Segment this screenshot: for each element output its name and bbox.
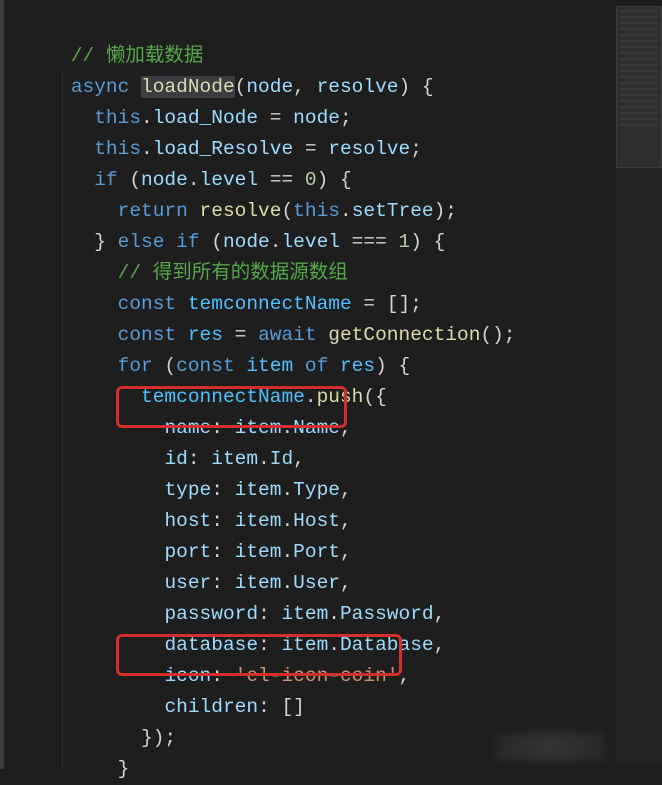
code-line: async loadNode(node, resolve) { <box>24 76 434 98</box>
code-line: for (const item of res) { <box>24 355 410 377</box>
code-line: children: [] <box>24 696 305 718</box>
code-line: temconnectName.push({ <box>24 386 387 408</box>
code-line: id: item.Id, <box>24 448 305 470</box>
minimap[interactable] <box>616 6 662 764</box>
code-line: port: item.Port, <box>24 541 352 563</box>
code-line: type: item.Type, <box>24 479 352 501</box>
code-line: this.load_Resolve = resolve; <box>24 138 422 160</box>
comment: // 懒加载数据 <box>71 45 204 67</box>
code-line: this.load_Node = node; <box>24 107 352 129</box>
code-line: // 懒加载数据 <box>24 45 203 67</box>
code-line: if (node.level == 0) { <box>24 169 352 191</box>
code-line: password: item.Password, <box>24 603 445 625</box>
code-line: icon: 'el-icon-coin', <box>24 665 410 687</box>
code-line: user: item.User, <box>24 572 352 594</box>
code-line: }); <box>24 727 176 749</box>
code-line: const res = await getConnection(); <box>24 324 516 346</box>
code-line: } <box>24 758 129 780</box>
code-line: name: item.Name, <box>24 417 352 439</box>
watermark-blur <box>496 733 606 761</box>
code-editor-content[interactable]: // 懒加载数据 async loadNode(node, resolve) {… <box>4 0 662 785</box>
code-line: // 得到所有的数据源数组 <box>24 262 348 284</box>
code-line: const temconnectName = []; <box>24 293 422 315</box>
minimap-viewport[interactable] <box>616 6 662 168</box>
code-line: host: item.Host, <box>24 510 352 532</box>
code-line: return resolve(this.setTree); <box>24 200 457 222</box>
code-line: } else if (node.level === 1) { <box>24 231 445 253</box>
code-line: database: item.Database, <box>24 634 445 656</box>
